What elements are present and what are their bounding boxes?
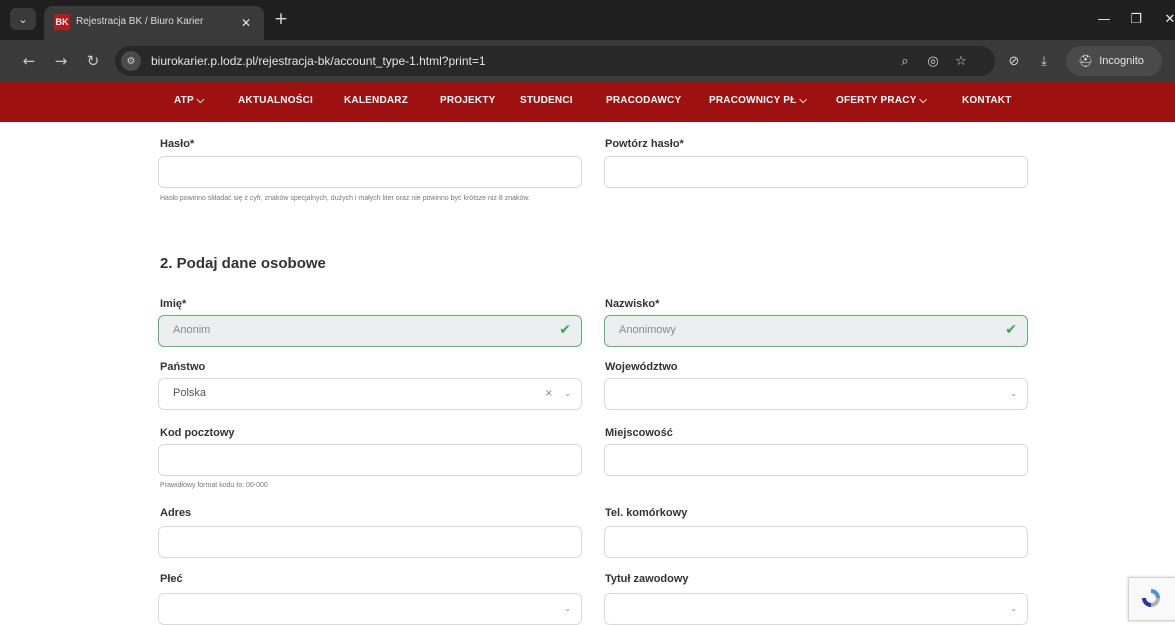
close-tab-icon[interactable]: ✕ (237, 14, 255, 32)
address-field[interactable] (158, 526, 582, 558)
zoom-icon[interactable]: ⌕ (895, 52, 915, 70)
incognito-label: Incognito (1099, 55, 1144, 67)
nav-item-aktualnosci[interactable]: AKTUALNOŚCI (238, 95, 313, 106)
first-name-value: Anonim (173, 324, 211, 336)
section-title: 2. Podaj dane osobowe (160, 255, 326, 272)
minimize-icon[interactable]: — (1092, 8, 1116, 30)
back-icon[interactable]: ← (18, 50, 40, 72)
last-name-field[interactable]: Anonimowy ✔ (604, 315, 1028, 347)
nav-item-pracownicy[interactable]: PRACOWNICY PŁ ⌵ (709, 95, 807, 106)
incognito-icon: ⛑ (1078, 54, 1094, 68)
chevron-down-icon[interactable]: ⌄ (1010, 389, 1017, 398)
password-label: Hasło* (160, 138, 195, 150)
last-name-value: Anonimowy (619, 324, 676, 336)
restore-icon[interactable]: ❐ (1124, 8, 1148, 30)
chevron-down-icon[interactable]: ⌄ (564, 389, 571, 398)
site-info-icon[interactable]: ⚙ (121, 51, 141, 71)
extension-icon[interactable]: ⊘ (1003, 50, 1025, 72)
address-bar[interactable]: ⚙ biurokarier.p.lodz.pl/rejestracja-bk/a… (115, 46, 995, 76)
eye-off-icon[interactable]: ◎ (923, 52, 943, 70)
nav-item-projekty[interactable]: PROJEKTY (440, 95, 496, 106)
nav-item-atp[interactable]: ATP ⌵ (174, 95, 204, 106)
valid-check-icon: ✔ (559, 322, 571, 338)
bookmark-star-icon[interactable]: ☆ (951, 52, 971, 70)
incognito-badge[interactable]: ⛑ Incognito (1066, 46, 1162, 76)
recaptcha-badge[interactable] (1128, 577, 1175, 621)
recaptcha-icon (1142, 589, 1160, 607)
browser-toolbar: ← → ↻ ⚙ biurokarier.p.lodz.pl/rejestracj… (0, 40, 1175, 82)
password-hint: Hasło powinno składać się z cyfr, znaków… (160, 195, 531, 202)
title-label: Tytuł zawodowy (605, 573, 689, 585)
title-select[interactable]: ⌄ (604, 593, 1028, 625)
password-repeat-field[interactable] (604, 156, 1028, 188)
province-select[interactable]: ⌄ (604, 378, 1028, 410)
province-label: Województwo (605, 361, 678, 373)
gender-label: Płeć (160, 573, 183, 585)
first-name-field[interactable]: Anonim ✔ (158, 315, 582, 347)
clear-icon[interactable]: × (545, 388, 553, 399)
chevron-down-icon[interactable]: ⌄ (1010, 604, 1017, 613)
nav-item-kontakt[interactable]: KONTAKT (962, 95, 1012, 106)
url-text[interactable]: biurokarier.p.lodz.pl/rejestracja-bk/acc… (151, 54, 486, 68)
tab-title: Rejestracja BK / Biuro Karier (76, 16, 204, 27)
new-tab-button[interactable]: + (270, 8, 292, 30)
browser-tab-bar: ⌄ BK Rejestracja BK / Biuro Karier ✕ + —… (0, 0, 1175, 40)
gender-select[interactable]: ⌄ (158, 593, 582, 625)
nav-item-oferty-pracy[interactable]: OFERTY PRACY ⌵ (836, 95, 927, 106)
last-name-label: Nazwisko* (605, 298, 660, 310)
mobile-field[interactable] (604, 526, 1028, 558)
postal-code-field[interactable] (158, 444, 582, 476)
nav-item-kalendarz[interactable]: KALENDARZ (344, 95, 408, 106)
address-label: Adres (160, 507, 192, 519)
nav-item-studenci[interactable]: STUDENCI (520, 95, 573, 106)
country-select[interactable]: Polska × ⌄ (158, 378, 582, 410)
forward-icon[interactable]: → (50, 50, 72, 72)
nav-item-pracodawcy[interactable]: PRACODAWCY (606, 95, 681, 106)
password-field[interactable] (158, 156, 582, 188)
registration-form: Hasło* Powtórz hasło* Hasło powinno skła… (0, 122, 1175, 625)
chevron-down-icon[interactable]: ⌄ (564, 604, 571, 613)
browser-tab[interactable]: BK Rejestracja BK / Biuro Karier ✕ (44, 6, 264, 40)
country-label: Państwo (160, 361, 206, 373)
city-field[interactable] (604, 444, 1028, 476)
country-value: Polska (173, 387, 207, 399)
first-name-label: Imię* (160, 298, 187, 310)
mobile-label: Tel. komórkowy (605, 507, 688, 519)
tab-search-icon[interactable]: ⌄ (10, 8, 36, 30)
site-navigation: ATP ⌵ AKTUALNOŚCI KALENDARZ PROJEKTY STU… (0, 82, 1175, 122)
password-repeat-label: Powtórz hasło* (605, 138, 684, 150)
favicon-icon: BK (54, 14, 70, 30)
download-icon[interactable]: ⤓ (1033, 50, 1055, 72)
postal-code-hint: Prawidłowy format kodu to: 00-000 (160, 482, 268, 489)
valid-check-icon: ✔ (1005, 322, 1017, 338)
reload-icon[interactable]: ↻ (82, 50, 104, 72)
postal-code-label: Kod pocztowy (160, 427, 235, 439)
city-label: Miejscowość (605, 427, 673, 439)
close-window-icon[interactable]: ✕ (1158, 8, 1175, 30)
